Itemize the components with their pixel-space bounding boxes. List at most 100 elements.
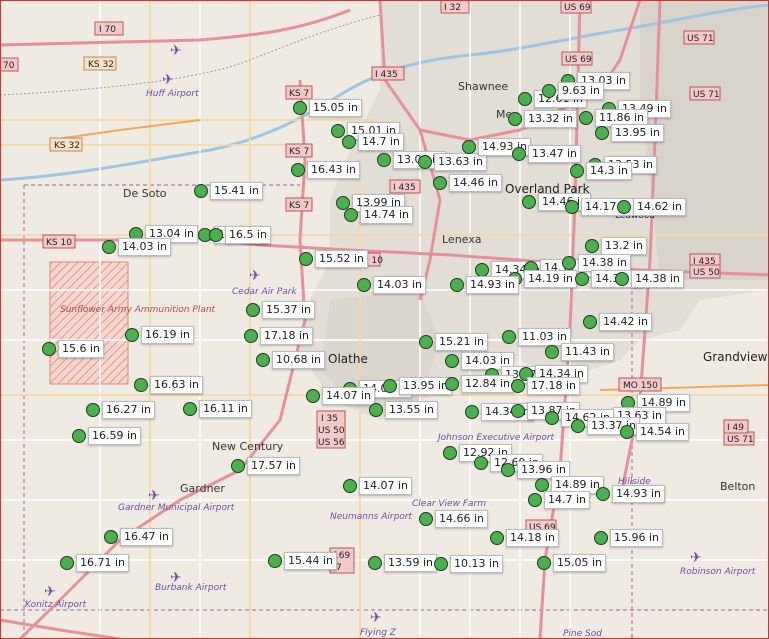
measurement-label: 14.54 in [636,423,690,441]
measurement-label: 14.07 in [359,477,413,495]
measurement-marker[interactable] [419,512,433,526]
measurement-marker[interactable] [595,126,609,140]
measurement-marker[interactable] [443,446,457,460]
measurement-marker[interactable] [268,554,282,568]
svg-text:✈: ✈ [148,488,160,504]
measurement-marker[interactable] [562,256,576,270]
measurement-marker[interactable] [585,239,599,253]
measurement-marker[interactable] [575,272,589,286]
measurement-marker[interactable] [570,164,584,178]
measurement-marker[interactable] [331,124,345,138]
measurement-marker[interactable] [244,329,258,343]
measurement-marker[interactable] [231,459,245,473]
place-sunflower: Sunflower Army Ammunition Plant [60,305,216,315]
measurement-marker[interactable] [344,208,358,222]
measurement-marker[interactable] [60,556,74,570]
measurement-marker[interactable] [615,272,629,286]
measurement-marker[interactable] [583,315,597,329]
measurement-marker[interactable] [522,195,536,209]
measurement-marker[interactable] [256,353,270,367]
shield-mo150: MO 150 [623,381,658,391]
measurement-marker[interactable] [342,135,356,149]
measurement-marker[interactable] [433,176,447,190]
place-belton: Belton [720,480,755,493]
svg-text:✈: ✈ [170,570,182,586]
measurement-marker[interactable] [511,379,525,393]
measurement-label: 14.93 in [612,485,666,503]
measurement-marker[interactable] [594,531,608,545]
measurement-marker[interactable] [535,478,549,492]
measurement-marker[interactable] [518,92,532,106]
measurement-marker[interactable] [194,184,208,198]
measurement-marker[interactable] [343,479,357,493]
measurement-marker[interactable] [579,111,593,125]
measurement-marker[interactable] [383,379,397,393]
airport-huff: Huff Airport [146,89,199,99]
measurement-marker[interactable] [293,101,307,115]
measurement-marker[interactable] [104,530,118,544]
measurement-label: 13.59 in [384,554,438,572]
measurement-marker[interactable] [545,411,559,425]
measurement-marker[interactable] [445,354,459,368]
measurement-marker[interactable] [501,463,515,477]
measurement-marker[interactable] [183,402,197,416]
measurement-label: 12.84 in [461,375,515,393]
measurement-marker[interactable] [474,456,488,470]
measurement-marker[interactable] [502,330,516,344]
measurement-marker[interactable] [450,278,464,292]
measurement-marker[interactable] [377,153,391,167]
measurement-marker[interactable] [306,389,320,403]
measurement-label: 14.03 in [118,238,172,256]
place-lenexa: Lenexa [442,233,482,246]
measurement-marker[interactable] [434,557,448,571]
measurement-marker[interactable] [134,378,148,392]
measurement-label: 15.44 in [284,552,338,570]
measurement-marker[interactable] [620,425,634,439]
measurement-marker[interactable] [545,345,559,359]
measurement-marker[interactable] [512,147,526,161]
measurement-label: 16.19 in [141,326,195,344]
measurement-marker[interactable] [542,84,556,98]
map-view[interactable]: Shawnee Overland Park Lenexa Olathe De S… [0,0,769,639]
measurement-marker[interactable] [537,556,551,570]
measurement-marker[interactable] [42,342,56,356]
measurement-marker[interactable] [419,335,433,349]
measurement-marker[interactable] [299,252,313,266]
airport-cedar-air: Cedar Air Park [232,287,297,297]
measurement-label: 14.93 in [466,276,520,294]
measurement-marker[interactable] [357,278,371,292]
measurement-marker[interactable] [209,228,223,242]
shield-us69b: US 69 [565,55,592,65]
measurement-label: 14.7 in [544,491,591,509]
measurement-label: 14.74 in [360,206,414,224]
measurement-marker[interactable] [571,419,585,433]
measurement-marker[interactable] [246,303,260,317]
measurement-label: 14.18 in [506,529,560,547]
measurement-label: 14.03 in [373,276,427,294]
measurement-marker[interactable] [102,240,116,254]
measurement-marker[interactable] [508,112,522,126]
measurement-marker[interactable] [368,556,382,570]
measurement-marker[interactable] [445,377,459,391]
measurement-marker[interactable] [528,493,542,507]
measurement-marker[interactable] [511,404,525,418]
measurement-marker[interactable] [86,403,100,417]
measurement-marker[interactable] [418,155,432,169]
measurement-marker[interactable] [72,429,86,443]
measurement-marker[interactable] [596,487,610,501]
measurement-marker[interactable] [125,328,139,342]
measurement-marker[interactable] [475,263,489,277]
airport-konitz: Konitz Airport [25,600,87,610]
measurement-marker[interactable] [291,163,305,177]
measurement-marker[interactable] [565,200,579,214]
measurement-marker[interactable] [617,200,631,214]
measurement-marker[interactable] [369,403,383,417]
measurement-marker[interactable] [465,405,479,419]
measurement-label: 14.19 in [524,270,578,288]
shield-us71a: US 71 [687,34,714,44]
measurement-marker[interactable] [462,140,476,154]
measurement-label: 16.11 in [199,400,253,418]
shield-us50b: US 50 [693,268,720,278]
measurement-label: 15.6 in [58,340,105,358]
measurement-marker[interactable] [490,531,504,545]
